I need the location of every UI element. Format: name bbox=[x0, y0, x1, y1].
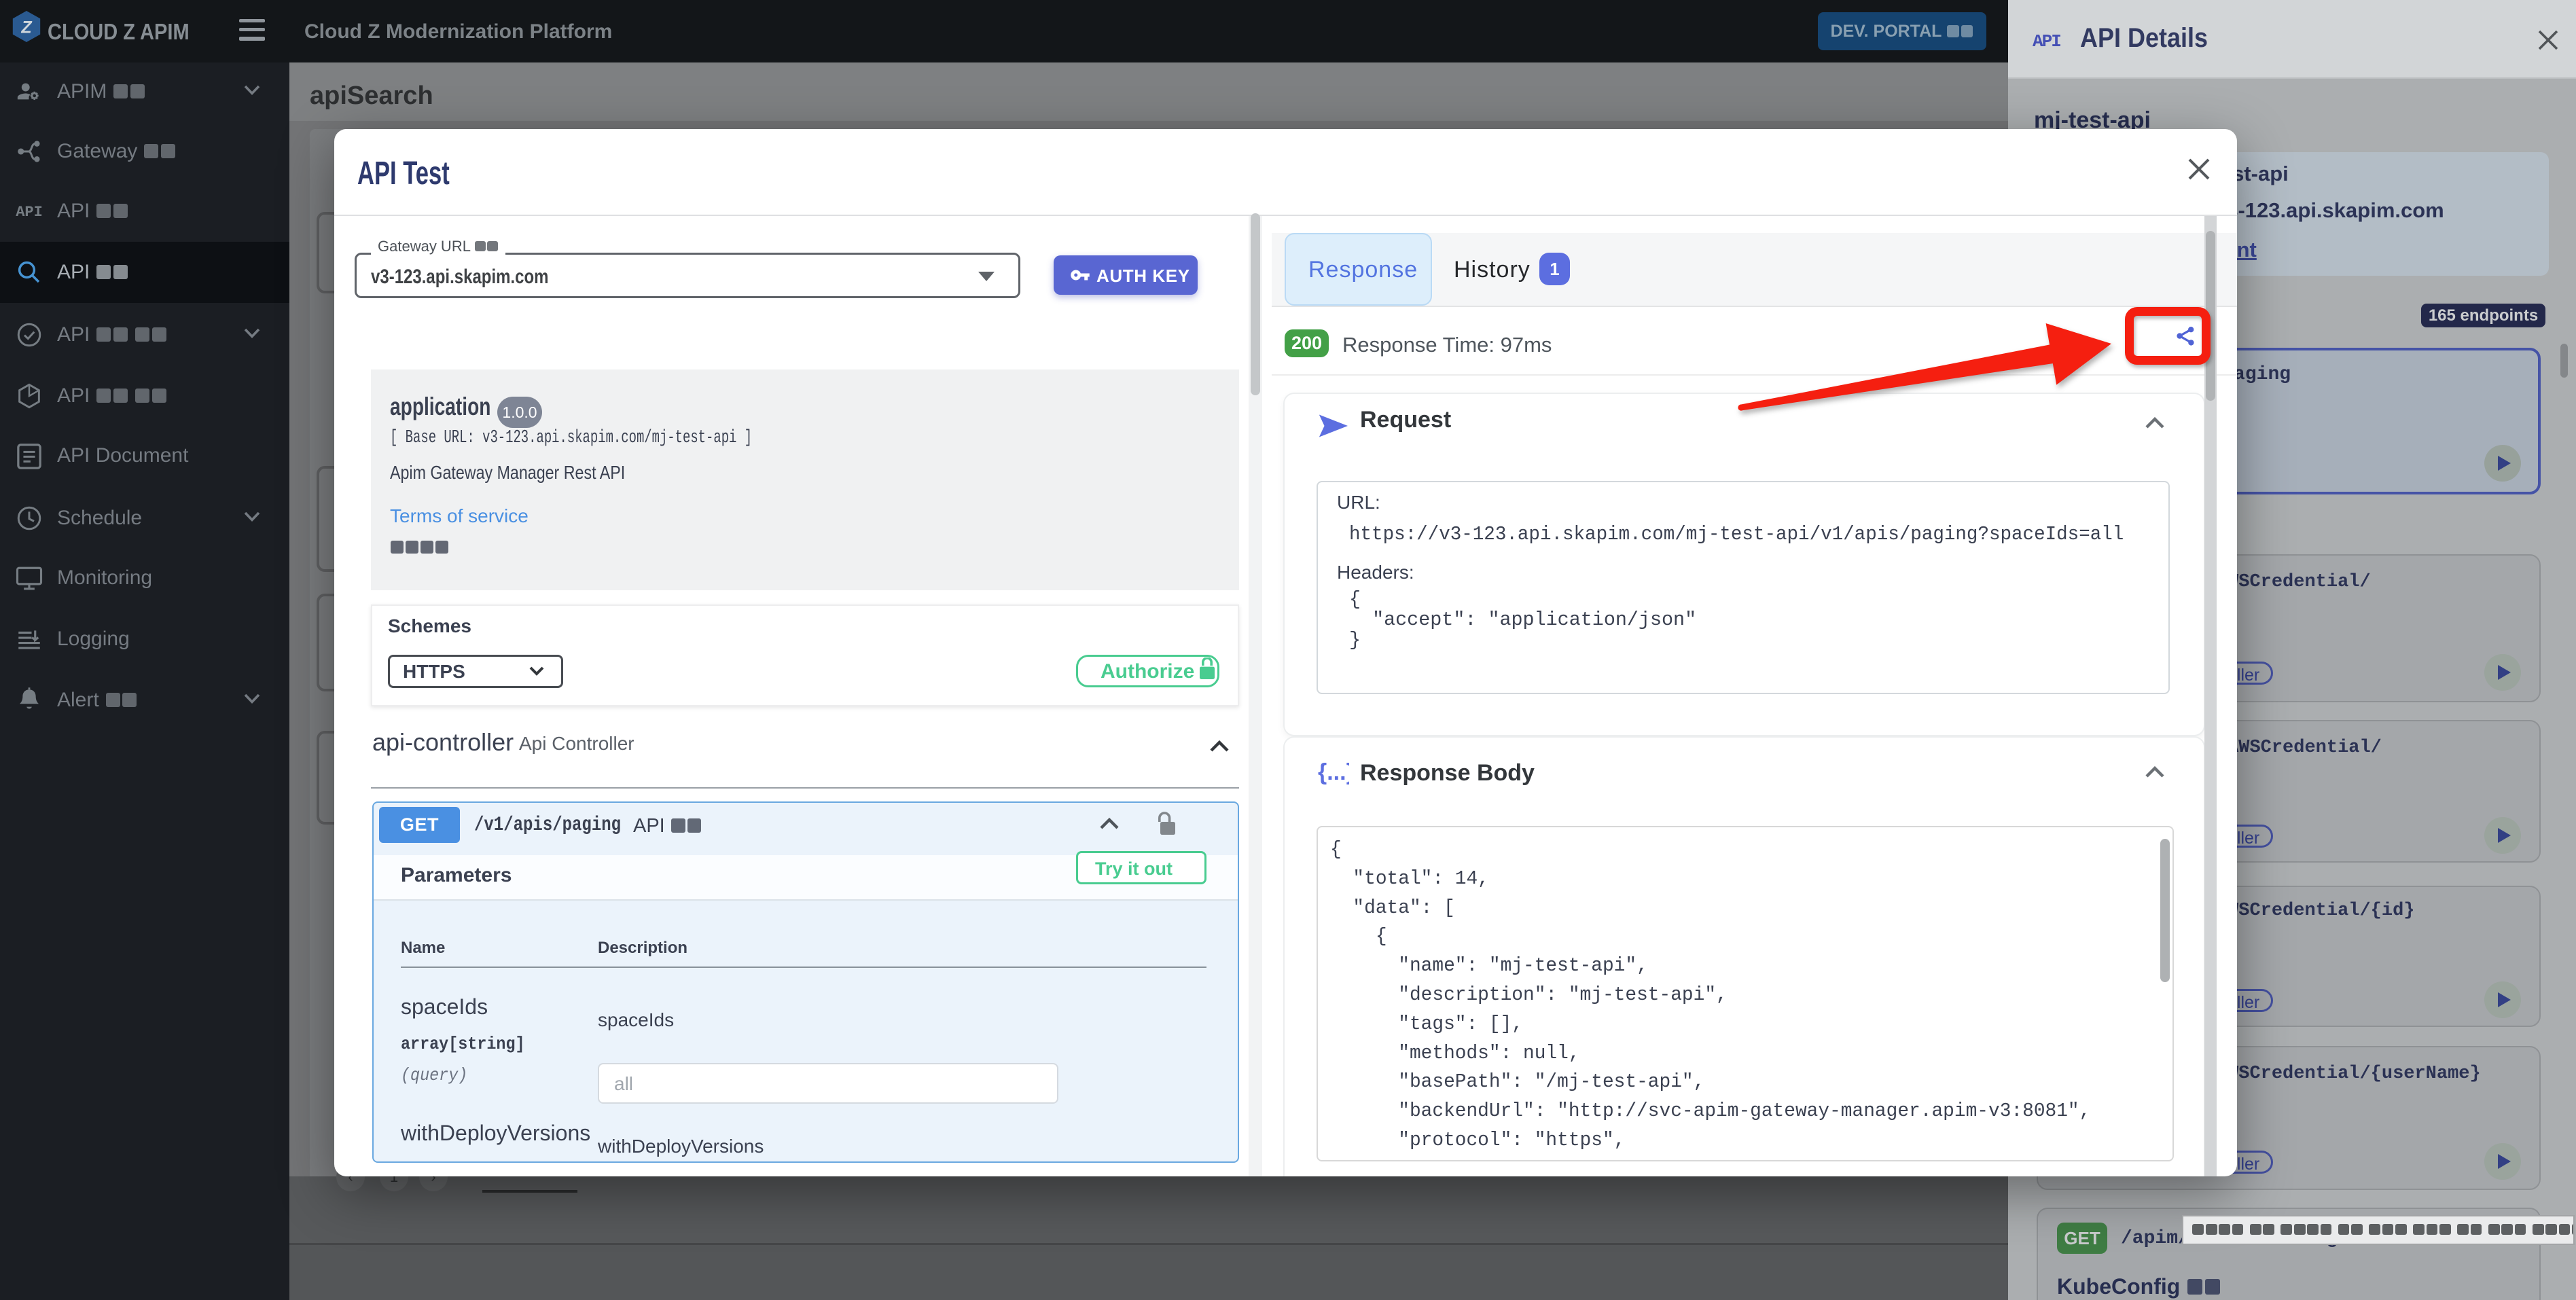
svg-text:Z: Z bbox=[20, 18, 33, 37]
svg-text:API: API bbox=[16, 204, 43, 221]
svg-text:{...}: {...} bbox=[1318, 759, 1349, 785]
